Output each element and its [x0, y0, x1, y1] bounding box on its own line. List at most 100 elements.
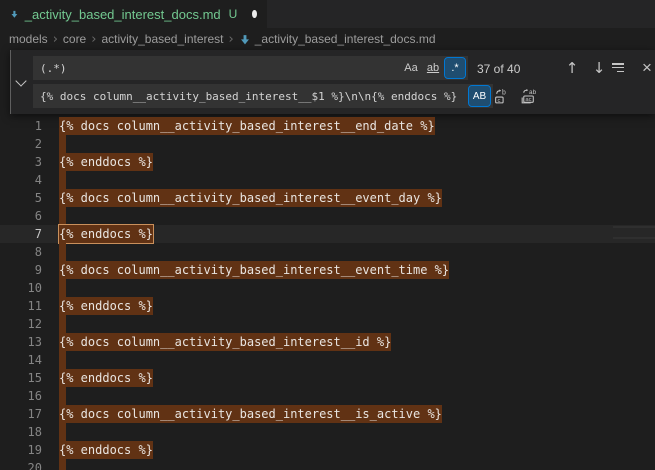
- breadcrumb-item-activity-based-interest[interactable]: activity_based_interest: [101, 32, 223, 46]
- line-number: 18: [0, 423, 59, 441]
- breadcrumb-item-filename[interactable]: _activity_based_interest_docs.md: [255, 32, 436, 46]
- editor-line-20[interactable]: 20: [0, 459, 655, 470]
- editor-tab[interactable]: _activity_based_interest_docs.md U: [0, 0, 268, 28]
- svg-text:ab: ab: [529, 88, 537, 95]
- line-number: 7: [0, 225, 59, 243]
- line-number: 11: [0, 297, 59, 315]
- next-match-button[interactable]: ↓: [588, 58, 610, 78]
- line-number: 3: [0, 153, 59, 171]
- match-count: 37 of 40: [477, 62, 520, 76]
- find-input[interactable]: (.*) Aa ab .*: [33, 56, 468, 80]
- git-status-badge: U: [229, 7, 238, 21]
- markdown-file-icon: [10, 7, 19, 22]
- find-match-newline: [59, 387, 66, 405]
- line-number: 12: [0, 315, 59, 333]
- line-number: 2: [0, 135, 59, 153]
- find-match-text: {% docs column__activity_based_interest_…: [59, 189, 442, 207]
- replace-value: {% docs column__activity_based_interest_…: [40, 90, 467, 103]
- editor-line-15[interactable]: 15{% enddocs %}: [0, 369, 655, 387]
- find-match-newline: [59, 279, 66, 297]
- find-match-text: {% enddocs %}: [59, 153, 153, 171]
- overview-ruler-mark: [613, 237, 655, 239]
- breadcrumb: models › core › activity_based_interest …: [0, 28, 655, 50]
- arrow-down-icon: ↓: [593, 59, 606, 77]
- svg-text:ac: ac: [525, 97, 531, 103]
- editor-line-10[interactable]: 10: [0, 279, 655, 297]
- editor-line-4[interactable]: 4: [0, 171, 655, 189]
- line-number: 13: [0, 333, 59, 351]
- find-match-newline: [59, 351, 66, 369]
- line-number: 9: [0, 261, 59, 279]
- find-match-text: {% enddocs %}: [59, 297, 153, 315]
- line-number: 14: [0, 351, 59, 369]
- find-match-newline: [59, 459, 66, 470]
- previous-match-button[interactable]: ↑: [561, 58, 583, 78]
- regex-toggle[interactable]: .*: [445, 58, 465, 78]
- editor-line-6[interactable]: 6: [0, 207, 655, 225]
- line-number: 8: [0, 243, 59, 261]
- line-number: 20: [0, 459, 59, 470]
- find-match-text: {% enddocs %}: [59, 369, 153, 387]
- replace-all-icon: ab ac: [519, 88, 537, 105]
- editor-lines[interactable]: 1{% docs column__activity_based_interest…: [0, 117, 655, 470]
- find-match-newline: [59, 423, 66, 441]
- markdown-file-icon: [239, 34, 251, 49]
- line-number: 4: [0, 171, 59, 189]
- line-number: 19: [0, 441, 59, 459]
- overview-ruler-mark: [613, 226, 655, 228]
- breadcrumb-item-core[interactable]: core: [63, 32, 86, 46]
- find-match-newline: [59, 243, 66, 261]
- line-number: 5: [0, 189, 59, 207]
- find-match-text: {% enddocs %}: [59, 225, 153, 243]
- svg-text:b: b: [502, 89, 506, 96]
- match-case-toggle[interactable]: Aa: [401, 58, 421, 78]
- editor-line-9[interactable]: 9{% docs column__activity_based_interest…: [0, 261, 655, 279]
- line-number: 6: [0, 207, 59, 225]
- toggle-replace-chevron-down-icon[interactable]: [15, 75, 26, 86]
- find-match-newline: [59, 171, 66, 189]
- editor-line-12[interactable]: 12: [0, 315, 655, 333]
- unsaved-changes-dot[interactable]: [252, 10, 257, 18]
- find-match-text: {% enddocs %}: [59, 441, 153, 459]
- line-number: 16: [0, 387, 59, 405]
- breadcrumb-separator: ›: [229, 32, 234, 47]
- find-match-newline: [59, 135, 66, 153]
- find-match-text: {% docs column__activity_based_interest_…: [59, 117, 435, 135]
- close-find-widget-button[interactable]: ×: [636, 58, 655, 78]
- find-replace-widget: (.*) Aa ab .* 37 of 40 ↑ ↓ × {% docs col…: [10, 50, 655, 114]
- find-match-text: {% docs column__activity_based_interest_…: [59, 405, 442, 423]
- editor-line-14[interactable]: 14: [0, 351, 655, 369]
- editor-line-2[interactable]: 2: [0, 135, 655, 153]
- editor-line-7[interactable]: 7{% enddocs %}: [0, 225, 655, 243]
- line-number: 15: [0, 369, 59, 387]
- line-number: 17: [0, 405, 59, 423]
- whole-word-toggle[interactable]: ab: [423, 58, 443, 78]
- find-match-text: {% docs column__activity_based_interest_…: [59, 333, 391, 351]
- breadcrumb-item-models[interactable]: models: [9, 32, 48, 46]
- find-query: (.*): [40, 62, 399, 75]
- editor-line-5[interactable]: 5{% docs column__activity_based_interest…: [0, 189, 655, 207]
- tab-bar: _activity_based_interest_docs.md U: [0, 0, 655, 28]
- editor-line-19[interactable]: 19{% enddocs %}: [0, 441, 655, 459]
- find-match-newline: [59, 315, 66, 333]
- find-in-selection-button[interactable]: [612, 58, 634, 78]
- find-match-text: {% docs column__activity_based_interest_…: [59, 261, 449, 279]
- breadcrumb-separator: ›: [91, 32, 96, 47]
- editor-line-1[interactable]: 1{% docs column__activity_based_interest…: [0, 117, 655, 135]
- editor-line-16[interactable]: 16: [0, 387, 655, 405]
- replace-button[interactable]: b c: [490, 86, 512, 106]
- arrow-up-icon: ↑: [566, 59, 579, 77]
- find-match-newline: [59, 207, 66, 225]
- editor-line-11[interactable]: 11{% enddocs %}: [0, 297, 655, 315]
- editor-line-18[interactable]: 18: [0, 423, 655, 441]
- editor-line-3[interactable]: 3{% enddocs %}: [0, 153, 655, 171]
- line-number: 10: [0, 279, 59, 297]
- editor-line-17[interactable]: 17{% docs column__activity_based_interes…: [0, 405, 655, 423]
- editor-line-13[interactable]: 13{% docs column__activity_based_interes…: [0, 333, 655, 351]
- replace-input[interactable]: {% docs column__activity_based_interest_…: [33, 84, 493, 108]
- line-number: 1: [0, 117, 59, 135]
- replace-all-button[interactable]: ab ac: [517, 86, 539, 106]
- preserve-case-toggle[interactable]: AB: [469, 86, 490, 106]
- editor-line-8[interactable]: 8: [0, 243, 655, 261]
- tab-title: _activity_based_interest_docs.md: [25, 7, 221, 22]
